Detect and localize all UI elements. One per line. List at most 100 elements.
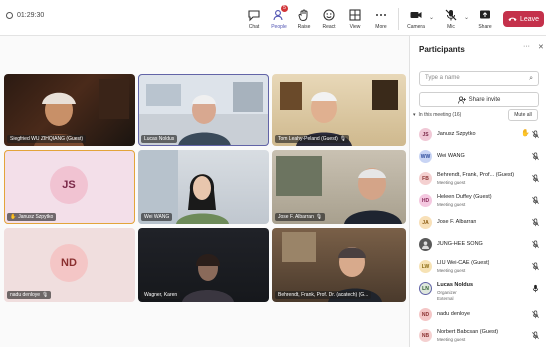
participant-row[interactable]: HD Heleen Duffey (Guest) Meeting guest xyxy=(419,192,544,210)
camera-button[interactable]: Camera xyxy=(403,6,429,34)
mic-muted-icon: 🎙 xyxy=(42,292,49,298)
mic-muted-icon xyxy=(532,152,539,161)
share-button[interactable]: Share xyxy=(472,6,498,34)
participant-row[interactable]: WW Wei WANG xyxy=(419,148,544,166)
camera-icon xyxy=(409,8,423,22)
video-tile[interactable]: Behrendt, Frank, Prof. Dr. (acatech) (G.… xyxy=(272,228,406,302)
tile-name-label: Jose F. Albarran 🎙 xyxy=(275,213,326,221)
camera-options-chevron-icon[interactable]: ⌄ xyxy=(429,14,434,21)
avatar: NB xyxy=(419,329,432,342)
share-label: Share xyxy=(478,24,492,30)
mic-muted-icon: 🎙 xyxy=(315,214,323,220)
tile-name-label: Lucas Noldus xyxy=(141,135,178,143)
people-button[interactable]: 5 People xyxy=(266,5,292,34)
participant-name: Janusz Szpytko xyxy=(437,131,476,137)
tile-name-label: Behrendt, Frank, Prof. Dr. (acatech) (G.… xyxy=(275,291,372,299)
person-add-icon xyxy=(457,95,466,104)
participants-panel: Participants ··· ✕ Type a name ⌕ Share i… xyxy=(409,36,546,347)
participant-row[interactable]: JUNG-HEE SONG xyxy=(419,236,544,254)
video-tile[interactable]: Siegfried WU ZIHQIANG (Guest) xyxy=(4,74,135,146)
react-label: React xyxy=(322,24,336,30)
tile-name-label: Wei WANG xyxy=(141,213,173,221)
participant-row[interactable]: LN Lucas Noldus Organizer External xyxy=(419,280,544,304)
raise-hand-button[interactable]: Raise xyxy=(291,6,317,34)
mic-muted-icon xyxy=(532,196,539,205)
camera-label: Camera xyxy=(407,24,425,30)
phone-hangup-icon xyxy=(508,17,517,21)
people-label: People xyxy=(271,24,287,30)
avatar: LN xyxy=(419,282,432,295)
participant-name: Heleen Duffey (Guest) xyxy=(437,194,492,200)
participant-role: Organizer xyxy=(437,290,457,295)
avatar: JS xyxy=(419,128,432,141)
avatar xyxy=(419,238,432,251)
avatar: LW xyxy=(419,260,432,273)
view-button[interactable]: View xyxy=(342,6,368,34)
participant-name: Behrendt, Frank, Prof... (Guest) xyxy=(437,172,515,178)
search-placeholder: Type a name xyxy=(425,75,460,81)
smiley-icon xyxy=(322,8,336,22)
tile-name-label: ✋ Janusz Szpytko xyxy=(7,213,57,221)
mic-label: Mic xyxy=(447,24,455,30)
video-tile[interactable]: Wagner, Karen xyxy=(138,228,269,302)
share-screen-icon xyxy=(478,8,492,22)
people-badge: 5 xyxy=(281,5,288,12)
video-tile[interactable]: Wei WANG xyxy=(138,150,269,224)
participant-row[interactable]: JA Jose F. Albarran xyxy=(419,214,544,232)
video-grid: Siegfried WU ZIHQIANG (Guest) Lucas Nold… xyxy=(0,36,409,347)
video-tile[interactable]: Tom Leahy-Peland (Guest) 🎙 xyxy=(272,74,406,146)
participant-org: External xyxy=(437,296,454,301)
participant-role: Meeting guest xyxy=(437,337,466,342)
more-button[interactable]: More xyxy=(368,6,394,34)
more-options-icon[interactable]: ··· xyxy=(523,43,530,51)
video-tile[interactable]: Jose F. Albarran 🎙 xyxy=(272,150,406,224)
participant-name: Wei WANG xyxy=(437,153,465,159)
raised-hand-icon: ✋ xyxy=(10,214,17,220)
panel-header-actions: ··· ✕ xyxy=(523,43,544,51)
participant-name: Jose F. Albarran xyxy=(437,219,477,225)
participant-row[interactable]: FB Behrendt, Frank, Prof... (Guest) Meet… xyxy=(419,170,544,188)
in-meeting-section-toggle[interactable]: ▾ In this meeting (16) xyxy=(413,112,461,118)
tile-name-label: Siegfried WU ZIHQIANG (Guest) xyxy=(7,135,87,143)
meeting-toolbar: 01:29:30 Chat 5 People Raise React View … xyxy=(0,0,546,36)
mic-options-chevron-icon[interactable]: ⌄ xyxy=(464,14,469,21)
mic-active-icon xyxy=(532,284,539,293)
video-tile[interactable]: Lucas Noldus xyxy=(138,74,269,146)
participant-row[interactable]: JS Janusz Szpytko ✋ xyxy=(419,126,544,144)
participant-role: Meeting guest xyxy=(437,180,466,185)
participant-role: Meeting guest xyxy=(437,268,466,273)
avatar: JA xyxy=(419,216,432,229)
mute-all-button[interactable]: Mute all xyxy=(508,109,538,121)
leave-label: Leave xyxy=(519,15,540,23)
video-tile[interactable]: JS ✋ Janusz Szpytko xyxy=(4,150,135,224)
participant-search-input[interactable]: Type a name ⌕ xyxy=(419,71,539,86)
participant-row[interactable]: NB Norbert Babcsan (Guest) Meeting guest xyxy=(419,327,544,345)
raised-hand-icon: ✋ xyxy=(521,130,530,137)
chevron-down-icon: ▾ xyxy=(413,112,416,118)
react-button[interactable]: React xyxy=(316,6,342,34)
meeting-timer: 01:29:30 xyxy=(6,12,44,19)
mic-button[interactable]: Mic xyxy=(438,6,464,34)
participant-name: Norbert Babcsan (Guest) xyxy=(437,329,499,335)
close-icon[interactable]: ✕ xyxy=(538,43,544,51)
tile-name-label: Wagner, Karen xyxy=(141,291,181,299)
chat-button[interactable]: Chat xyxy=(241,6,267,34)
timer-text: 01:29:30 xyxy=(17,12,45,19)
participant-name: LIU Wei-CAE (Guest) xyxy=(437,260,490,266)
participant-row[interactable]: ND nadu denloye xyxy=(419,306,544,324)
video-tile[interactable]: ND nadu denloye 🎙 xyxy=(4,228,135,302)
chat-icon xyxy=(247,8,261,22)
view-label: View xyxy=(349,24,361,30)
mic-muted-icon xyxy=(532,174,539,183)
leave-button[interactable]: Leave xyxy=(503,11,544,27)
participant-name: JUNG-HEE SONG xyxy=(437,241,483,247)
mic-muted-icon xyxy=(532,331,539,340)
participant-role: Meeting guest xyxy=(437,202,466,207)
avatar: HD xyxy=(419,194,432,207)
participant-row[interactable]: LW LIU Wei-CAE (Guest) Meeting guest xyxy=(419,258,544,276)
hand-icon xyxy=(297,8,311,22)
tile-name-label: Tom Leahy-Peland (Guest) 🎙 xyxy=(275,135,350,143)
mic-muted-icon xyxy=(532,218,539,227)
mic-muted-icon xyxy=(532,130,539,139)
share-invite-button[interactable]: Share invite xyxy=(419,92,539,107)
